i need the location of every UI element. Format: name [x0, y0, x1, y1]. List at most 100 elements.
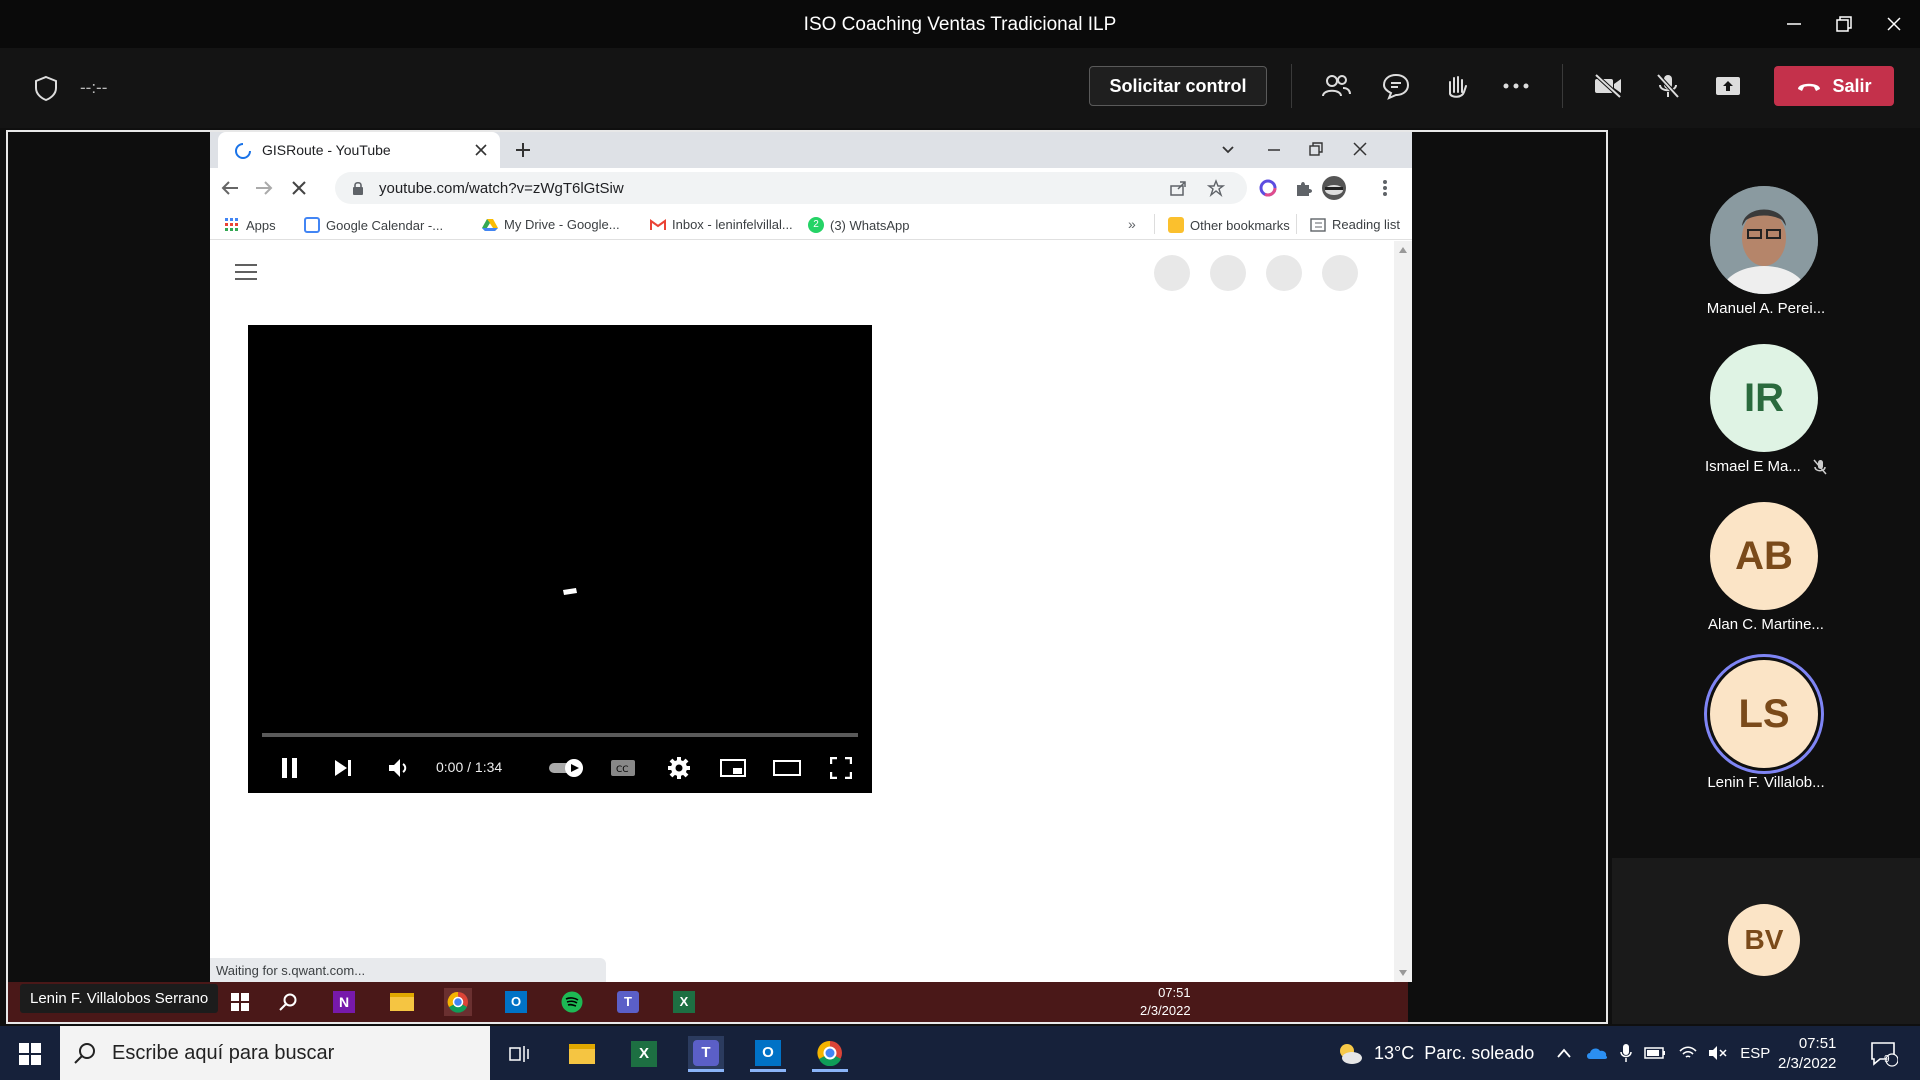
bookmark-gmail[interactable]: Inbox - leninfelvillal...	[650, 217, 793, 232]
participant-tile[interactable]: IR Ismael E Ma...	[1612, 328, 1920, 478]
progress-bar[interactable]	[262, 733, 858, 737]
minimize-button[interactable]	[1782, 12, 1806, 36]
forward-icon[interactable]	[254, 179, 274, 197]
restore-button[interactable]	[1832, 12, 1856, 36]
volume-icon[interactable]	[384, 753, 414, 783]
chat-icon[interactable]	[1378, 68, 1414, 104]
onenote-icon[interactable]: N	[330, 988, 358, 1016]
extensions-icon[interactable]	[1294, 179, 1312, 197]
next-icon[interactable]	[328, 753, 358, 783]
outlook-icon[interactable]: O	[502, 988, 530, 1016]
bookmark-apps[interactable]: Apps	[224, 217, 276, 233]
request-control-button[interactable]: Solicitar control	[1089, 66, 1267, 106]
status-bubble: Waiting for s.qwant.com...	[210, 958, 606, 982]
back-icon[interactable]	[220, 179, 240, 197]
reading-list[interactable]: Reading list	[1310, 217, 1400, 232]
participant-tile[interactable]: AB Alan C. Martine...	[1612, 486, 1920, 636]
leave-button[interactable]: Salir	[1774, 66, 1894, 106]
chrome-app-icon[interactable]	[812, 1036, 848, 1072]
chrome-close-icon[interactable]	[1352, 141, 1368, 157]
excel-icon[interactable]: X	[670, 988, 698, 1016]
bookmark-drive[interactable]: My Drive - Google...	[482, 217, 620, 232]
presenter-name-label: Lenin F. Villalobos Serrano	[20, 984, 219, 1013]
weather-icon[interactable]	[1336, 1041, 1364, 1065]
participant-tile[interactable]: Manuel A. Perei...	[1612, 170, 1920, 320]
video-player[interactable]: 0:00 / 1:34 CC	[248, 325, 872, 793]
close-button[interactable]	[1882, 12, 1906, 36]
tab-close-icon[interactable]	[474, 143, 488, 157]
participant-name: Alan C. Martine...	[1708, 616, 1824, 633]
page-scrollbar[interactable]	[1394, 241, 1412, 982]
settings-gear-icon[interactable]	[664, 753, 694, 783]
search-placeholder: Escribe aquí para buscar	[112, 1041, 335, 1064]
outlook-icon[interactable]: O	[750, 1036, 786, 1072]
pause-icon[interactable]	[274, 753, 304, 783]
hamburger-menu-icon[interactable]	[234, 263, 258, 281]
chrome-app-icon[interactable]	[444, 988, 472, 1016]
muted-mic-icon	[1813, 459, 1827, 475]
chrome-menu-icon[interactable]	[1382, 178, 1388, 198]
system-clock[interactable]: 07:51 2/3/2022	[1778, 1034, 1836, 1074]
task-view-icon[interactable]	[502, 1036, 538, 1072]
gmail-icon	[650, 218, 666, 230]
onedrive-icon[interactable]	[1586, 1046, 1608, 1060]
player-controls: 0:00 / 1:34 CC	[248, 743, 872, 791]
bookmark-whatsapp[interactable]: 2 (3) WhatsApp	[808, 217, 909, 233]
teams-app-icon[interactable]: T	[614, 988, 642, 1016]
stop-loading-icon[interactable]	[290, 179, 308, 197]
participant-name: Manuel A. Perei...	[1706, 300, 1826, 317]
weather-text[interactable]: 13°C Parc. soleado	[1374, 1043, 1534, 1064]
browser-tab[interactable]: GISRoute - YouTube	[218, 132, 500, 168]
battery-icon[interactable]	[1644, 1047, 1666, 1059]
lock-icon	[351, 180, 365, 196]
loading-spinner-icon	[234, 142, 252, 160]
camera-off-icon[interactable]	[1590, 68, 1626, 104]
language-indicator[interactable]: ESP	[1740, 1045, 1770, 1062]
share-screen-icon[interactable]	[1710, 68, 1746, 104]
chrome-restore-icon[interactable]	[1308, 141, 1324, 157]
placeholder-circle	[1154, 255, 1190, 291]
address-bar[interactable]: youtube.com/watch?v=zWgT6lGtSiw	[335, 172, 1247, 204]
bookmark-star-icon[interactable]	[1207, 179, 1225, 197]
participants-icon[interactable]	[1318, 68, 1354, 104]
bookmark-calendar[interactable]: Google Calendar -...	[304, 217, 443, 233]
meeting-toolbar: --:--	[0, 48, 1920, 128]
mic-off-icon[interactable]	[1650, 68, 1686, 104]
profile-avatar[interactable]	[1322, 176, 1346, 200]
microphone-icon[interactable]	[1620, 1043, 1633, 1063]
other-bookmarks[interactable]: Other bookmarks	[1168, 217, 1290, 233]
tab-search-icon[interactable]	[1220, 142, 1236, 158]
overflow-participant-panel[interactable]: BV	[1612, 858, 1920, 1024]
new-tab-icon[interactable]	[514, 141, 532, 159]
teams-app-icon[interactable]: T	[688, 1036, 724, 1072]
excel-icon[interactable]: X	[626, 1036, 662, 1072]
youtube-page: 0:00 / 1:34 CC	[210, 241, 1394, 982]
fullscreen-icon[interactable]	[826, 753, 856, 783]
file-explorer-icon[interactable]	[388, 988, 416, 1016]
file-explorer-icon[interactable]	[564, 1036, 600, 1072]
leave-label: Salir	[1832, 75, 1872, 96]
qwant-extension-icon[interactable]	[1258, 178, 1278, 198]
calendar-icon	[304, 217, 320, 233]
taskbar-search[interactable]: Escribe aquí para buscar	[60, 1026, 490, 1080]
search-icon[interactable]	[274, 988, 302, 1016]
more-options-icon[interactable]	[1498, 68, 1534, 104]
bookmarks-overflow-icon[interactable]: »	[1128, 216, 1136, 232]
windows-start-icon[interactable]	[226, 988, 254, 1016]
autoplay-toggle[interactable]	[546, 753, 588, 783]
windows-start-icon[interactable]	[12, 1036, 48, 1072]
theater-mode-icon[interactable]	[772, 753, 802, 783]
wifi-icon[interactable]	[1678, 1045, 1698, 1061]
volume-muted-icon[interactable]	[1708, 1045, 1728, 1061]
chrome-minimize-icon[interactable]	[1266, 142, 1282, 158]
phone-hangup-icon	[1796, 79, 1822, 93]
participant-tile[interactable]: LS Lenin F. Villalob...	[1612, 644, 1920, 794]
time-display: 0:00 / 1:34	[436, 759, 503, 775]
captions-icon[interactable]: CC	[608, 753, 638, 783]
show-hidden-icons-icon[interactable]	[1556, 1047, 1572, 1059]
notifications-icon[interactable]: 9	[1866, 1036, 1902, 1072]
raise-hand-icon[interactable]	[1438, 68, 1474, 104]
spotify-icon[interactable]	[558, 988, 586, 1016]
share-page-icon[interactable]	[1169, 180, 1187, 196]
miniplayer-icon[interactable]	[718, 753, 748, 783]
